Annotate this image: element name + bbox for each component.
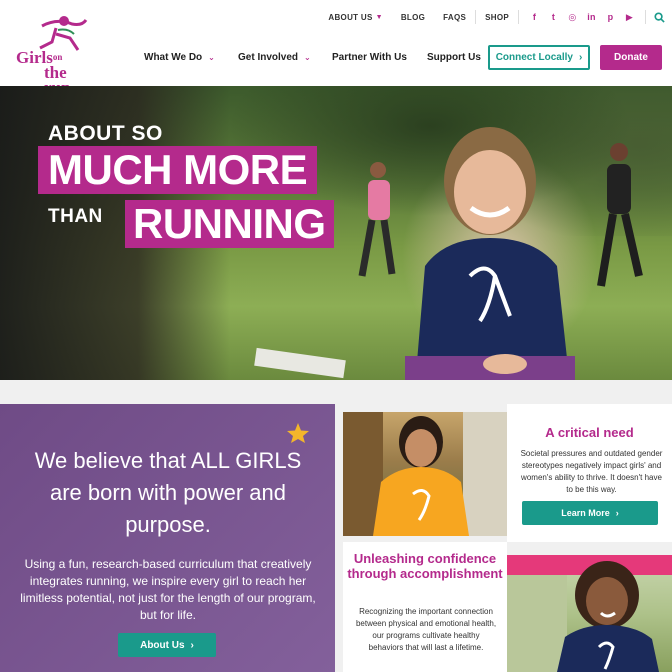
utility-nav: ABOUT US ▼ BLOG FAQS SHOP f t ◎ in p ▶	[319, 9, 672, 25]
donate-button[interactable]: Donate	[600, 45, 662, 70]
topnav-about-us[interactable]: ABOUT US ▼	[319, 13, 391, 22]
hero-line-than: THAN	[48, 206, 103, 227]
paper-sheet	[254, 347, 346, 379]
critical-need-body: Societal pressures and outdated gender s…	[520, 449, 663, 494]
chevron-right-icon: ›	[578, 52, 583, 63]
youtube-icon[interactable]: ▶	[620, 12, 639, 23]
nav-what-we-do[interactable]: What We Do ⌄	[144, 52, 215, 63]
main-nav: What We Do ⌄ Get Involved ⌄ Partner With U…	[130, 44, 672, 72]
chevron-right-icon: ›	[615, 508, 619, 518]
hero-banner: ABOUT SO MUCH MORE THAN RUNNING	[0, 86, 672, 380]
social-links: f t ◎ in p ▶	[519, 12, 645, 23]
learn-more-button[interactable]: Learn More ›	[522, 501, 658, 525]
hero-line-much-more: MUCH MORE	[38, 146, 318, 194]
runner-figure	[597, 143, 643, 287]
connect-locally-button[interactable]: Connect Locally ›	[488, 45, 590, 70]
star-icon	[287, 423, 309, 443]
confidence-title: Unleashing confidence through accomplish…	[347, 551, 503, 581]
runner-logo-icon	[39, 16, 88, 51]
about-us-button[interactable]: About Us ›	[118, 633, 216, 657]
nav-get-involved[interactable]: Get Involved ⌄	[238, 52, 311, 63]
nav-partner-with-us[interactable]: Partner With Us	[332, 52, 407, 63]
topnav-faqs[interactable]: FAQS	[434, 13, 475, 22]
pinterest-icon[interactable]: p	[601, 12, 620, 22]
twitter-icon[interactable]: t	[544, 12, 563, 22]
runner-figure	[358, 162, 396, 277]
critical-need-card: A critical need Societal pressures and o…	[507, 404, 672, 542]
nav-support-us[interactable]: Support Us	[427, 52, 481, 63]
critical-need-title: A critical need	[545, 425, 634, 440]
chevron-down-icon: ▼	[375, 13, 383, 21]
topnav-blog[interactable]: BLOG	[392, 13, 434, 22]
hero-girl-photo	[405, 127, 575, 380]
girls-on-the-run-logo[interactable]: Girlson the run	[12, 12, 92, 96]
confidence-card: Unleashing confidence through accomplish…	[343, 542, 507, 672]
site-header: Girlson the run ABOUT US▼ BLOG FAQS SHOP…	[0, 0, 672, 96]
topnav-shop[interactable]: SHOP	[476, 13, 518, 22]
belief-heading: We believe that ALL GIRLS are born with …	[34, 448, 302, 537]
hero-line-about-so: ABOUT SO	[48, 122, 163, 145]
belief-body: Using a fun, research-based curriculum t…	[20, 557, 316, 622]
search-icon[interactable]	[646, 11, 672, 23]
linkedin-icon[interactable]: in	[582, 12, 601, 22]
chevron-down-icon: ⌄	[304, 53, 311, 62]
hero-line-running: RUNNING	[125, 200, 334, 248]
chevron-down-icon: ⌄	[208, 53, 215, 62]
facebook-icon[interactable]: f	[525, 12, 544, 22]
chevron-right-icon: ›	[190, 639, 194, 651]
girl-navy-shirt-photo	[507, 555, 672, 672]
confidence-body: Recognizing the important connection bet…	[355, 607, 497, 652]
girl-yellow-shirt-photo	[343, 412, 507, 536]
instagram-icon[interactable]: ◎	[563, 12, 582, 23]
